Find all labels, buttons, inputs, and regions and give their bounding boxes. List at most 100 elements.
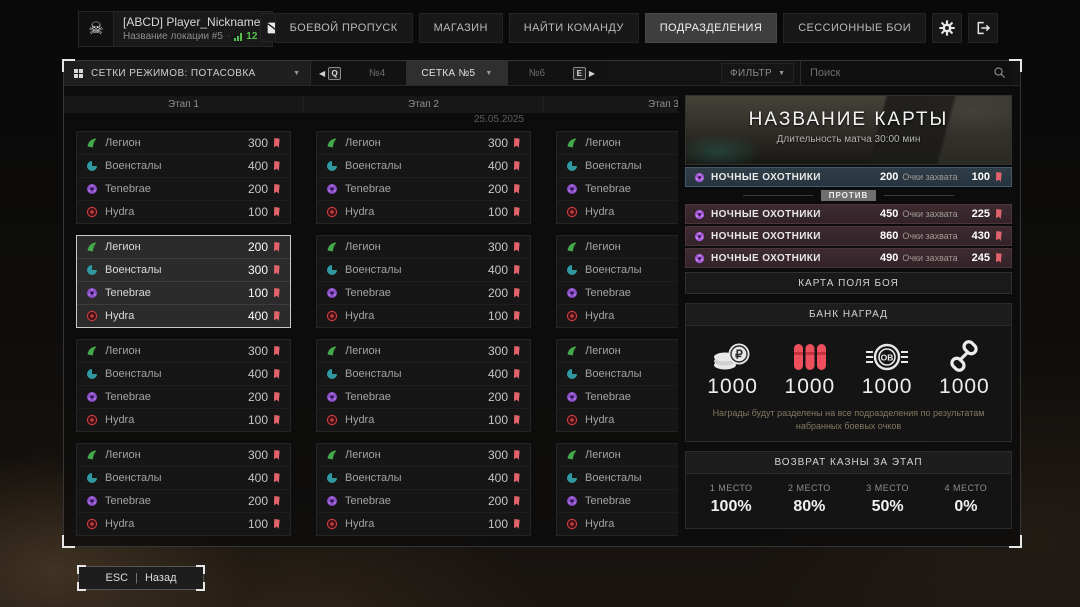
hydra-ring-icon: [326, 518, 338, 530]
bracket-group[interactable]: Легион300Военсталы400Tenebrae200Hydra100: [316, 235, 531, 328]
team-row[interactable]: Военсталы400: [317, 154, 530, 177]
team-row[interactable]: Легион300: [317, 444, 530, 466]
team-row[interactable]: Военсталы400: [77, 154, 290, 177]
team-row[interactable]: Военсталы400: [317, 466, 530, 489]
battle-points: 225: [972, 208, 990, 220]
team-row[interactable]: Военсталы: [557, 466, 678, 489]
treasury-return-box: ВОЗВРАТ КАЗНЫ ЗА ЭТАП 1 МЕСТО100%2 МЕСТО…: [685, 451, 1012, 529]
team-row[interactable]: Легион300: [317, 236, 530, 258]
settings-button[interactable]: [932, 13, 962, 43]
team-row[interactable]: Легион300: [77, 340, 290, 362]
reward-value: 1000: [694, 375, 771, 399]
team-row[interactable]: Легион: [557, 340, 678, 362]
nav-tab[interactable]: БОЕВОЙ ПРОПУСК: [275, 13, 413, 43]
team-row[interactable]: Hydra100: [317, 200, 530, 223]
bracket-group[interactable]: Легион300Военсталы400Tenebrae200Hydra100: [316, 131, 531, 224]
team-name: Военсталы: [105, 368, 162, 380]
team-row[interactable]: Легион: [557, 132, 678, 154]
team-row[interactable]: Tenebrae: [557, 385, 678, 408]
team-row[interactable]: Tenebrae200: [317, 281, 530, 304]
team-row[interactable]: Tenebrae: [557, 177, 678, 200]
battle-points: 430: [972, 230, 990, 242]
bracket-group[interactable]: ЛегионВоенсталыTenebraeHydra: [556, 235, 678, 328]
team-name: Легион: [105, 137, 141, 149]
team-row[interactable]: Легион300: [317, 340, 530, 362]
filter-label: ФИЛЬТР: [730, 68, 772, 79]
bracket-group[interactable]: Легион Военсталы TenebraeHydra: [556, 131, 678, 224]
match-team-row[interactable]: НОЧНЫЕ ОХОТНИКИ860Очки захвата430: [685, 226, 1012, 246]
team-row[interactable]: Hydra: [557, 304, 678, 327]
team-row[interactable]: Военсталы400: [77, 362, 290, 385]
team-row[interactable]: Tenebrae200: [77, 489, 290, 512]
team-row[interactable]: Военсталы: [557, 362, 678, 385]
team-row[interactable]: Tenebrae200: [77, 385, 290, 408]
filter-dropdown[interactable]: ФИЛЬТР ▼: [721, 63, 794, 83]
team-row[interactable]: Легион: [557, 444, 678, 466]
team-row[interactable]: Hydra: [557, 200, 678, 223]
team-row[interactable]: Hydra100: [77, 408, 290, 431]
battlefield-map-button[interactable]: КАРТА ПОЛЯ БОЯ: [685, 272, 1012, 294]
team-row[interactable]: Легион300: [77, 132, 290, 154]
exit-button[interactable]: [968, 13, 998, 43]
legion-arrow-icon: [326, 137, 338, 149]
voensteel-wave-icon: [566, 264, 578, 276]
team-row[interactable]: Военсталы400: [317, 258, 530, 281]
team-row[interactable]: Hydra400: [77, 304, 290, 327]
nav-tab[interactable]: НАЙТИ КОМАНДУ: [509, 13, 639, 43]
back-label: Назад: [145, 572, 177, 584]
team-row[interactable]: Hydra100: [77, 512, 290, 535]
team-row[interactable]: Hydra100: [317, 512, 530, 535]
team-row[interactable]: Военсталы: [557, 154, 678, 177]
player-card[interactable]: ☠ [ABCD] Player_Nickname Название локаци…: [78, 11, 273, 47]
team-row[interactable]: Легион300: [77, 444, 290, 466]
team-score: 200: [488, 390, 508, 404]
team-row[interactable]: Легион200: [77, 236, 290, 258]
flag-icon: [512, 368, 521, 380]
team-name: Легион: [345, 137, 381, 149]
back-button[interactable]: ESC | Назад: [78, 566, 204, 590]
team-row[interactable]: Tenebrae100: [77, 281, 290, 304]
team-row[interactable]: Tenebrae200: [77, 177, 290, 200]
bracket-group[interactable]: Легион300Военсталы400Tenebrae200Hydra100: [316, 339, 531, 432]
team-row[interactable]: Hydra: [557, 512, 678, 535]
place-value: 100%: [692, 498, 770, 516]
treasury-place: 3 МЕСТО50%: [849, 483, 927, 516]
reward-value: 1000: [771, 375, 848, 399]
team-row[interactable]: Tenebrae200: [317, 385, 530, 408]
team-row[interactable]: Tenebrae200: [317, 177, 530, 200]
team-row[interactable]: Tenebrae200: [317, 489, 530, 512]
nav-tab[interactable]: ПОДРАЗДЕЛЕНИЯ: [645, 13, 777, 43]
team-row[interactable]: Tenebrae: [557, 281, 678, 304]
team-row[interactable]: Легион: [557, 236, 678, 258]
team-row[interactable]: Военсталы400: [77, 466, 290, 489]
match-team-row[interactable]: НОЧНЫЕ ОХОТНИКИ200Очки захвата100: [685, 167, 1012, 187]
team-name: Tenebrae: [585, 391, 631, 403]
bracket-group[interactable]: ЛегионВоенсталы Tenebrae Hydra: [556, 339, 678, 432]
bracket-group-selected[interactable]: Легион200Военсталы300Tenebrae100Hydra400: [76, 235, 291, 328]
rosette-icon: [694, 209, 705, 220]
team-name: Легион: [345, 345, 381, 357]
team-row[interactable]: Военсталы: [557, 258, 678, 281]
stage-column: Легион300Военсталы400Tenebrae200Hydra100…: [76, 131, 291, 544]
team-row[interactable]: Hydra100: [317, 304, 530, 327]
team-row[interactable]: Hydra: [557, 408, 678, 431]
bracket-group[interactable]: Легион300Военсталы400Tenebrae200Hydra100: [76, 131, 291, 224]
team-row[interactable]: Hydra100: [317, 408, 530, 431]
team-row[interactable]: Легион300: [317, 132, 530, 154]
match-team-row[interactable]: НОЧНЫЕ ОХОТНИКИ490Очки захвата245: [685, 248, 1012, 268]
bracket-group[interactable]: ЛегионВоенсталыTenebraeHydra: [556, 443, 678, 536]
team-row[interactable]: Hydra100: [77, 200, 290, 223]
bracket-group[interactable]: Легион300Военсталы400Tenebrae200Hydra100: [316, 443, 531, 536]
team-row[interactable]: Военсталы300: [77, 258, 290, 281]
search-input[interactable]: [801, 61, 1013, 85]
team-row[interactable]: Tenebrae: [557, 489, 678, 512]
nav-tab[interactable]: СЕССИОННЫЕ БОИ: [783, 13, 926, 43]
team-name: Военсталы: [585, 160, 642, 172]
team-row[interactable]: Военсталы400: [317, 362, 530, 385]
voensteel-wave-icon: [86, 160, 98, 172]
nav-tab[interactable]: МАГАЗИН: [419, 13, 503, 43]
bracket-group[interactable]: Легион300Военсталы400Tenebrae200Hydra100: [76, 339, 291, 432]
bracket-group[interactable]: Легион300Военсталы400Tenebrae200Hydra100: [76, 443, 291, 536]
team-score: 200: [248, 494, 268, 508]
match-team-row[interactable]: НОЧНЫЕ ОХОТНИКИ450Очки захвата225: [685, 204, 1012, 224]
